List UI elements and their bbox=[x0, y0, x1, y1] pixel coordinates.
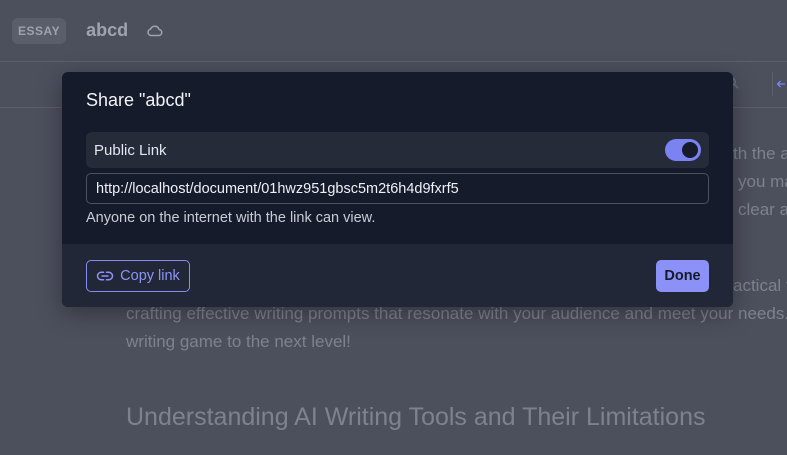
share-dialog-footer: Copy link Done bbox=[62, 244, 733, 307]
public-link-toggle[interactable] bbox=[665, 139, 701, 161]
dialog-title: Share "abcd" bbox=[86, 90, 191, 110]
share-dialog-body: Share "abcd" Public Link Anyone on the i… bbox=[62, 72, 733, 244]
done-button[interactable]: Done bbox=[656, 260, 709, 292]
share-link-field[interactable] bbox=[86, 173, 709, 204]
background-heading: Understanding AI Writing Tools and Their… bbox=[126, 403, 706, 431]
back-arrow-icon[interactable] bbox=[772, 72, 787, 96]
app-header: ESSAY abcd bbox=[0, 0, 787, 62]
public-link-label: Public Link bbox=[94, 142, 167, 159]
link-visibility-hint: Anyone on the internet with the link can… bbox=[86, 210, 376, 226]
link-icon bbox=[96, 267, 114, 285]
document-title[interactable]: abcd bbox=[86, 20, 128, 41]
share-dialog: Share "abcd" Public Link Anyone on the i… bbox=[62, 72, 733, 307]
background-text-fragment: clear a bbox=[738, 200, 787, 219]
essay-badge: ESSAY bbox=[12, 17, 67, 44]
cloud-icon bbox=[146, 22, 164, 40]
background-paragraph-line: writing game to the next level! bbox=[126, 332, 351, 351]
copy-link-button[interactable]: Copy link bbox=[86, 260, 190, 292]
copy-link-label: Copy link bbox=[120, 268, 180, 284]
toggle-knob bbox=[682, 142, 698, 158]
background-text-fragment: th the a bbox=[733, 144, 787, 163]
public-link-row: Public Link bbox=[86, 132, 709, 168]
background-text-fragment: you ma bbox=[738, 172, 787, 191]
background-text-fragment: actical t bbox=[733, 276, 787, 295]
